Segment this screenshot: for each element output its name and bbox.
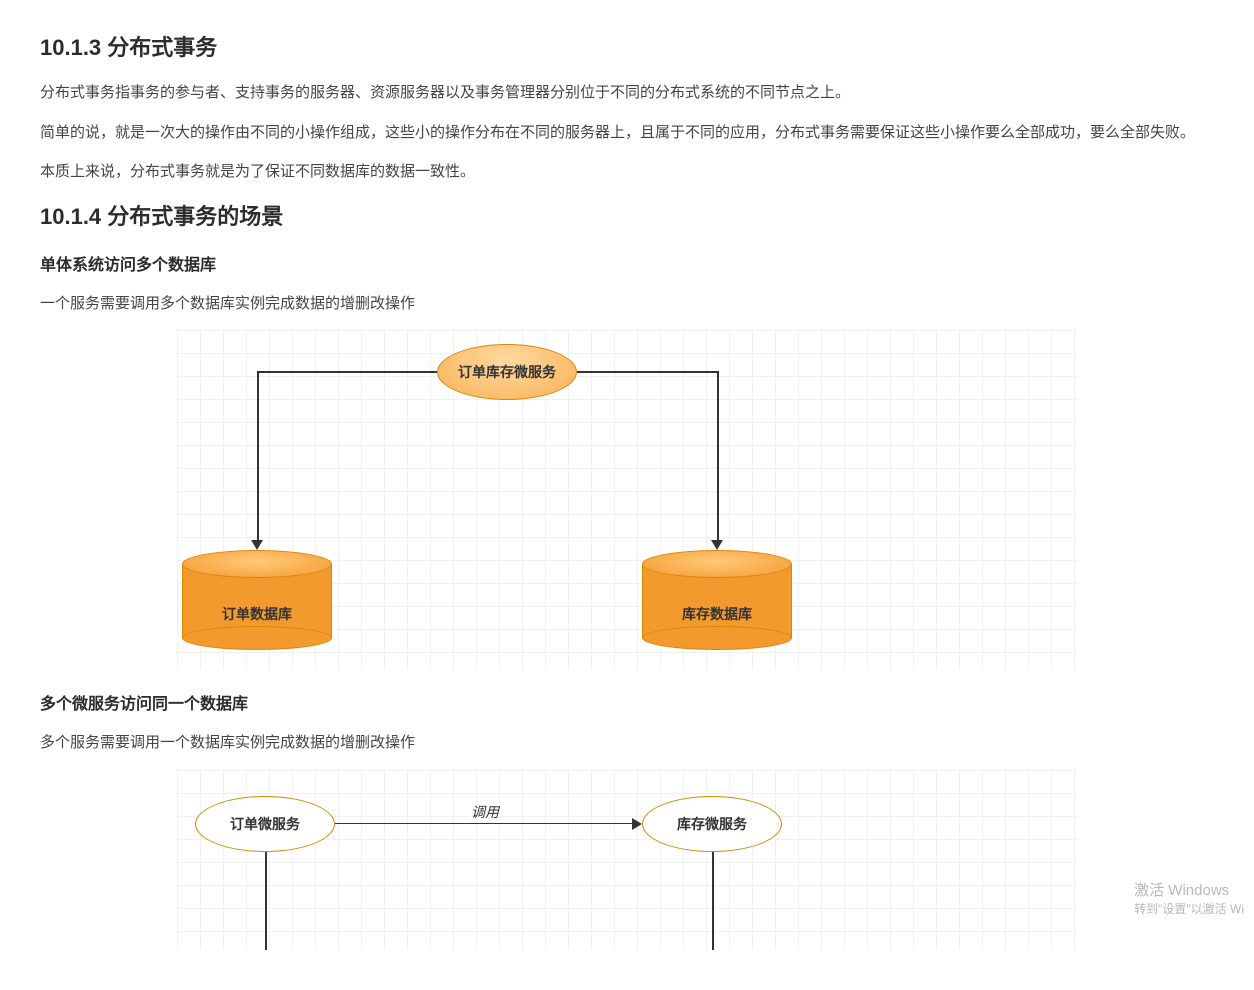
- watermark-subtitle: 转到"设置"以激活 Wi: [1134, 901, 1244, 918]
- connector-line: [257, 371, 259, 543]
- subsection-heading: 单体系统访问多个数据库: [40, 251, 1214, 275]
- node-label: 订单微服务: [230, 814, 300, 834]
- diagram-single-system-multi-db: 订单库存微服务 订单数据库 库存数据库: [177, 330, 1077, 670]
- connector-line: [257, 371, 437, 373]
- windows-activation-watermark: 激活 Windows 转到"设置"以激活 Wi: [1134, 880, 1244, 918]
- node-label: 订单数据库: [182, 604, 332, 624]
- diagram-multi-service-single-db: 订单微服务 库存微服务 调用: [177, 770, 1077, 950]
- node-label: 订单库存微服务: [458, 362, 556, 382]
- node-inventory-service: 库存微服务: [642, 796, 782, 852]
- edge-label: 调用: [467, 802, 503, 822]
- node-label: 库存微服务: [677, 814, 747, 834]
- arrowhead-icon: [632, 818, 642, 830]
- paragraph: 分布式事务指事务的参与者、支持事务的服务器、资源服务器以及事务管理器分别位于不同…: [40, 80, 1214, 106]
- paragraph: 本质上来说，分布式事务就是为了保证不同数据库的数据一致性。: [40, 159, 1214, 185]
- connector-line: [335, 823, 635, 825]
- node-inventory-database: 库存数据库: [642, 550, 792, 650]
- connector-line: [265, 852, 267, 950]
- paragraph: 多个服务需要调用一个数据库实例完成数据的增删改操作: [40, 730, 1214, 756]
- connector-line: [712, 852, 714, 950]
- paragraph: 简单的说，就是一次大的操作由不同的小操作组成，这些小的操作分布在不同的服务器上，…: [40, 120, 1214, 146]
- node-order-database: 订单数据库: [182, 550, 332, 650]
- arrowhead-icon: [711, 540, 723, 550]
- node-label: 库存数据库: [642, 604, 792, 624]
- connector-line: [577, 371, 717, 373]
- subsection-heading: 多个微服务访问同一个数据库: [40, 690, 1214, 714]
- section-heading-10-1-4: 10.1.4 分布式事务的场景: [40, 199, 1214, 231]
- node-order-service: 订单微服务: [195, 796, 335, 852]
- node-order-inventory-service: 订单库存微服务: [437, 344, 577, 400]
- arrowhead-icon: [251, 540, 263, 550]
- connector-line: [717, 371, 719, 543]
- watermark-title: 激活 Windows: [1134, 880, 1244, 901]
- section-heading-10-1-3: 10.1.3 分布式事务: [40, 30, 1214, 62]
- paragraph: 一个服务需要调用多个数据库实例完成数据的增删改操作: [40, 291, 1214, 317]
